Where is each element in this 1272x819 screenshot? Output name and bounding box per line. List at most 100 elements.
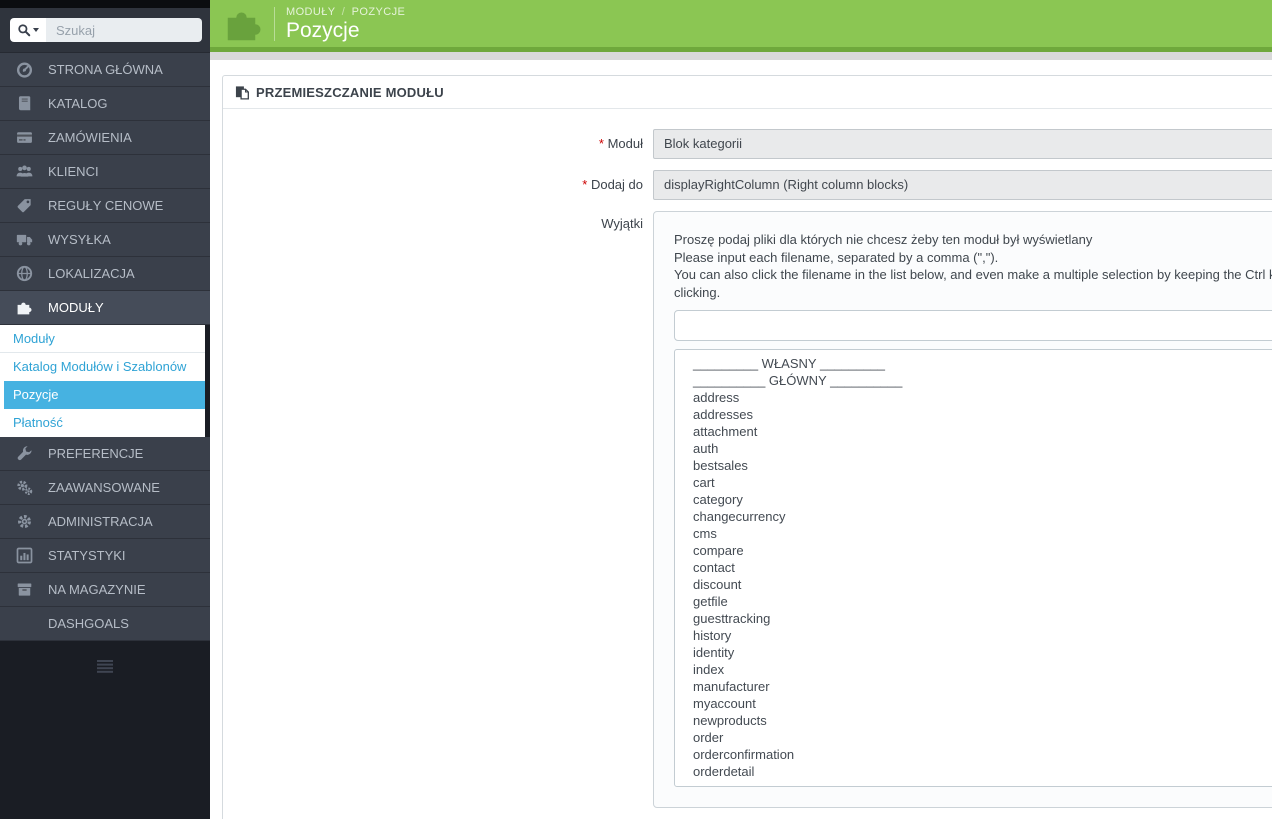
exception-option[interactable]: guesttracking [693, 610, 1272, 627]
sidebar-item-administracja[interactable]: ADMINISTRACJA [0, 505, 210, 539]
module-select[interactable]: Blok kategorii [653, 129, 1272, 159]
exception-option[interactable]: cms [693, 525, 1272, 542]
sidebar-item-statystyki[interactable]: STATYSTYKI [0, 539, 210, 573]
exceptions-instructions: Proszę podaj pliki dla których nie chces… [674, 231, 1272, 301]
exception-option[interactable]: history [693, 627, 1272, 644]
hook-row: * Dodaj do displayRightColumn (Right col… [223, 170, 1272, 200]
sidebar-item-klienci[interactable]: KLIENCI [0, 155, 210, 189]
collapse-menu-icon[interactable] [97, 660, 113, 673]
instruction-line: Please input each filename, separated by… [674, 249, 999, 265]
breadcrumb: MODUŁY / POZYCJE [286, 6, 405, 18]
required-asterisk: * [582, 177, 588, 192]
module-label-text: Moduł [607, 136, 643, 151]
breadcrumb-separator: / [341, 5, 346, 18]
caret-down-icon [33, 28, 39, 32]
exception-option[interactable]: changecurrency [693, 508, 1272, 525]
hook-select[interactable]: displayRightColumn (Right column blocks) [653, 170, 1272, 200]
sidebar-item-preferencje[interactable]: PREFERENCJE [0, 437, 210, 471]
stock-box-icon [14, 581, 34, 598]
bar-chart-icon [14, 547, 34, 564]
sidebar-item-lokalizacja[interactable]: LOKALIZACJA [0, 257, 210, 291]
sidebar-item-strona-glowna[interactable]: STRONA GŁÓWNA [0, 53, 210, 87]
sidebar-item-moduly[interactable]: MODUŁY [0, 291, 210, 325]
sidebar-item-katalog[interactable]: KATALOG [0, 87, 210, 121]
exception-option[interactable]: discount [693, 576, 1272, 593]
sidebar-item-label: LOKALIZACJA [48, 266, 135, 281]
exception-option[interactable]: orderconfirmation [693, 746, 1272, 763]
exceptions-field: Proszę podaj pliki dla których nie chces… [653, 211, 1272, 808]
search-bar [0, 8, 210, 53]
page-title: Pozycje [286, 18, 360, 42]
submenu-item-platnosc[interactable]: Płatność [0, 409, 205, 437]
hook-label-text: Dodaj do [590, 177, 643, 192]
sidebar-item-label: ZAAWANSOWANE [48, 480, 160, 495]
truck-icon [14, 231, 34, 248]
exception-option[interactable]: address [693, 389, 1272, 406]
no-icon [14, 615, 34, 632]
exception-option[interactable]: newproducts [693, 712, 1272, 729]
submenu-item-katalog-modulow[interactable]: Katalog Modułów i Szablonów [0, 353, 205, 381]
app-root: STRONA GŁÓWNA KATALOG ZAMÓWIENIA KLIENCI REG… [0, 0, 1272, 819]
exception-option[interactable]: attachment [693, 423, 1272, 440]
module-field: Blok kategorii [653, 129, 1272, 159]
exception-option[interactable]: compare [693, 542, 1272, 559]
gray-strip [210, 52, 1272, 60]
exception-option[interactable]: index [693, 661, 1272, 678]
breadcrumb-parent[interactable]: MODUŁY [286, 6, 335, 18]
exceptions-listbox[interactable]: _________ WŁASNY _________ __________ GŁÓ… [674, 349, 1272, 787]
sidebar-submenu: Moduły Katalog Modułów i Szablonów Pozycje… [0, 325, 205, 437]
move-module-form: * Moduł Blok kategorii * Dodaj do displa… [223, 109, 1272, 808]
panel-title: PRZEMIESZCZANIE MODUŁU [256, 84, 444, 100]
exception-option[interactable]: orderdetail [693, 763, 1272, 780]
sidebar-item-zaawansowane[interactable]: ZAAWANSOWANE [0, 471, 210, 505]
sidebar-item-label: ADMINISTRACJA [48, 514, 153, 529]
module-positions-panel: PRZEMIESZCZANIE MODUŁU * Moduł Blok kate… [222, 75, 1272, 819]
exception-option[interactable]: contact [693, 559, 1272, 576]
module-label: * Moduł [223, 129, 643, 159]
exception-option[interactable]: __________ GŁÓWNY __________ [693, 372, 1272, 389]
exception-option[interactable]: addresses [693, 406, 1272, 423]
sidebar-item-na-magazynie[interactable]: NA MAGAZYNIE [0, 573, 210, 607]
instruction-line: You can also click the filename in the l… [674, 267, 1272, 282]
submenu-item-pozycje[interactable]: Pozycje [4, 381, 205, 409]
sidebar-item-dashgoals[interactable]: DASHGOALS [0, 607, 210, 641]
exception-option[interactable]: myaccount [693, 695, 1272, 712]
sidebar-item-label: NA MAGAZYNIE [48, 582, 146, 597]
exception-option[interactable]: _________ WŁASNY _________ [693, 355, 1272, 372]
search-input[interactable] [46, 18, 202, 42]
panel-heading: PRZEMIESZCZANIE MODUŁU [223, 76, 1272, 109]
exception-option[interactable]: order [693, 729, 1272, 746]
exception-option[interactable]: identity [693, 644, 1272, 661]
sidebar: STRONA GŁÓWNA KATALOG ZAMÓWIENIA KLIENCI REG… [0, 0, 210, 819]
exception-option[interactable]: manufacturer [693, 678, 1272, 695]
sidebar-item-wysylka[interactable]: WYSYŁKA [0, 223, 210, 257]
gear-icon [14, 513, 34, 530]
exceptions-label: Wyjątki [223, 211, 643, 808]
sidebar-item-label: STATYSTYKI [48, 548, 126, 563]
sidebar-nav: STRONA GŁÓWNA KATALOG ZAMÓWIENIA KLIENCI REG… [0, 53, 210, 641]
book-icon [14, 95, 34, 112]
sidebar-item-zamowienia[interactable]: ZAMÓWIENIA [0, 121, 210, 155]
price-tag-icon [14, 197, 34, 214]
required-asterisk: * [598, 136, 604, 151]
search-button[interactable] [10, 18, 46, 42]
exception-option[interactable]: bestsales [693, 457, 1272, 474]
hook-label: * Dodaj do [223, 170, 643, 200]
sidebar-item-label: MODUŁY [48, 300, 104, 315]
sidebar-item-label: PREFERENCJE [48, 446, 144, 461]
sidebar-item-label: KLIENCI [48, 164, 99, 179]
exception-option[interactable]: getfile [693, 593, 1272, 610]
breadcrumb-current: POZYCJE [351, 5, 406, 18]
sidebar-item-label: STRONA GŁÓWNA [48, 62, 163, 77]
sidebar-item-reguly-cenowe[interactable]: REGUŁY CENOWE [0, 189, 210, 223]
exceptions-input[interactable] [674, 310, 1272, 341]
exception-option[interactable]: auth [693, 440, 1272, 457]
module-row: * Moduł Blok kategorii [223, 129, 1272, 159]
search-box [10, 18, 202, 42]
exception-option[interactable]: cart [693, 474, 1272, 491]
exception-option[interactable]: category [693, 491, 1272, 508]
header-text: MODUŁY / POZYCJE Pozycje [286, 6, 405, 42]
exceptions-label-text: Wyjątki [601, 216, 643, 231]
credit-card-icon [14, 129, 34, 146]
submenu-item-moduly[interactable]: Moduły [0, 325, 205, 353]
